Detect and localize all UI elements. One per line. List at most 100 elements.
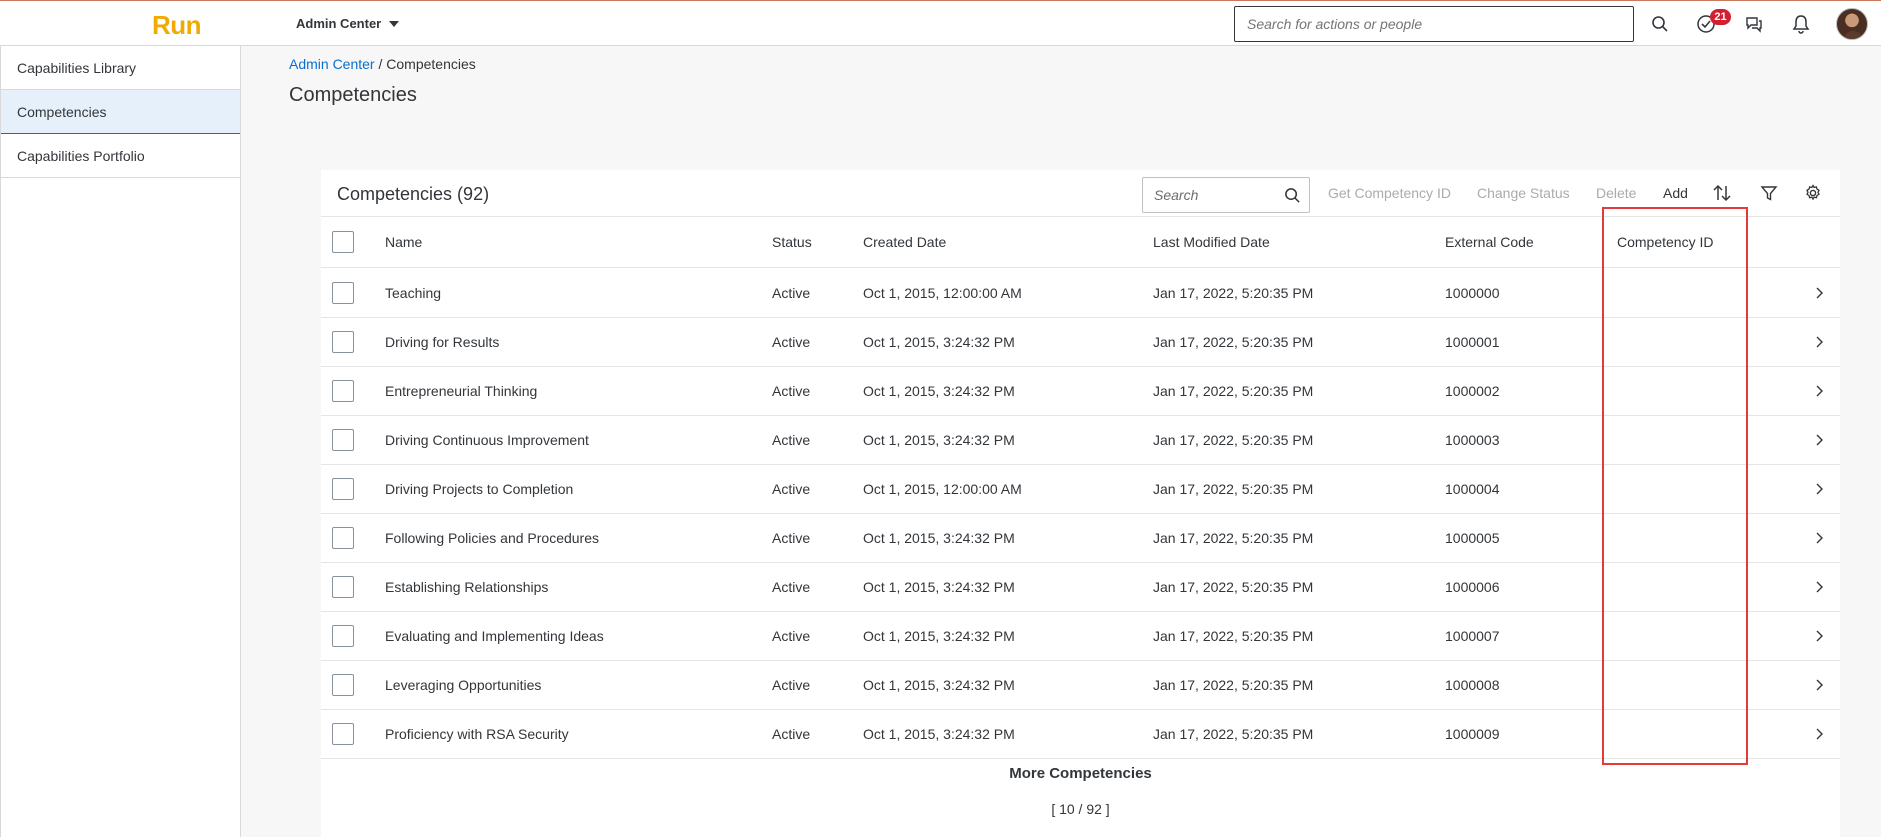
row-select-checkbox[interactable] (332, 380, 354, 402)
row-select-checkbox[interactable] (332, 527, 354, 549)
cell-last-modified-date: Jan 17, 2022, 5:20:35 PM (1153, 432, 1314, 448)
search-icon[interactable] (1284, 187, 1301, 207)
row-select-checkbox[interactable] (332, 723, 354, 745)
change-status-button[interactable]: Change Status (1477, 185, 1570, 201)
caret-down-icon (389, 20, 400, 27)
cell-last-modified-date: Jan 17, 2022, 5:20:35 PM (1153, 726, 1314, 742)
cell-last-modified-date: Jan 17, 2022, 5:20:35 PM (1153, 530, 1314, 546)
search-icon[interactable] (1648, 12, 1672, 36)
row-select-checkbox[interactable] (332, 331, 354, 353)
cell-status: Active (772, 285, 811, 301)
settings-gear-icon[interactable] (1802, 182, 1824, 204)
cell-external-code: 1000004 (1445, 481, 1500, 497)
table-title: Competencies (92) (337, 184, 490, 204)
cell-external-code: 1000007 (1445, 628, 1500, 644)
row-select-checkbox[interactable] (332, 625, 354, 647)
notification-bell-icon[interactable] (1789, 12, 1813, 36)
row-select-checkbox[interactable] (332, 282, 354, 304)
sidebar-item-competencies[interactable]: Competencies (1, 90, 240, 134)
cell-status: Active (772, 432, 811, 448)
chevron-right-icon[interactable] (1814, 563, 1824, 611)
sidebar-item-label: Capabilities Portfolio (17, 147, 145, 164)
table-row[interactable]: Evaluating and Implementing Ideas Active O… (321, 612, 1840, 661)
delete-button[interactable]: Delete (1596, 185, 1636, 201)
column-header-competency-id[interactable]: Competency ID (1617, 217, 1713, 267)
cell-created-date: Oct 1, 2015, 3:24:32 PM (863, 579, 1015, 595)
chevron-right-icon[interactable] (1814, 612, 1824, 660)
column-header-external-code[interactable]: External Code (1445, 217, 1534, 267)
page-title: Competencies (289, 84, 417, 106)
table-row[interactable]: Driving Continuous Improvement Active Oct … (321, 416, 1840, 465)
cell-external-code: 1000001 (1445, 334, 1500, 350)
cell-status: Active (772, 677, 811, 693)
row-select-checkbox[interactable] (332, 478, 354, 500)
chevron-right-icon[interactable] (1814, 514, 1824, 562)
cell-status: Active (772, 383, 811, 399)
table-row[interactable]: Teaching Active Oct 1, 2015, 12:00:00 AM Ja… (321, 269, 1840, 318)
table-search-input[interactable]: Search (1142, 177, 1310, 213)
table-row[interactable]: Establishing Relationships Active Oct 1, 2… (321, 563, 1840, 612)
chevron-right-icon[interactable] (1814, 367, 1824, 415)
row-select-checkbox[interactable] (332, 576, 354, 598)
company-logo[interactable]: Run (152, 10, 202, 41)
cell-created-date: Oct 1, 2015, 3:24:32 PM (863, 628, 1015, 644)
global-search-input[interactable] (1234, 6, 1634, 42)
column-header-name[interactable]: Name (385, 217, 422, 267)
chevron-right-icon[interactable] (1814, 710, 1824, 758)
cell-last-modified-date: Jan 17, 2022, 5:20:35 PM (1153, 334, 1314, 350)
cell-name: Teaching (385, 285, 442, 301)
get-competency-id-button[interactable]: Get Competency ID (1328, 185, 1451, 201)
cell-external-code: 1000000 (1445, 285, 1500, 301)
row-select-checkbox[interactable] (332, 429, 354, 451)
cell-name: Proficiency with RSA Security (385, 726, 569, 742)
cell-last-modified-date: Jan 17, 2022, 5:20:35 PM (1153, 285, 1314, 301)
breadcrumb-current: Competencies (386, 56, 476, 72)
more-competencies-button[interactable]: More Competencies (1009, 765, 1152, 782)
add-button[interactable]: Add (1663, 185, 1688, 201)
sidebar-item-label: Capabilities Library (17, 59, 137, 76)
chevron-right-icon[interactable] (1814, 269, 1824, 317)
chevron-right-icon[interactable] (1814, 318, 1824, 366)
cell-status: Active (772, 334, 811, 350)
cell-name: Evaluating and Implementing Ideas (385, 628, 604, 644)
chevron-right-icon[interactable] (1814, 661, 1824, 709)
table-row[interactable]: Entrepreneurial Thinking Active Oct 1, 201… (321, 367, 1840, 416)
chevron-right-icon[interactable] (1814, 416, 1824, 464)
table-row[interactable]: Following Policies and Procedures Active O… (321, 514, 1840, 563)
cell-created-date: Oct 1, 2015, 3:24:32 PM (863, 432, 1015, 448)
cell-created-date: Oct 1, 2015, 3:24:32 PM (863, 677, 1015, 693)
column-header-created-date[interactable]: Created Date (863, 217, 946, 267)
sort-icon[interactable] (1711, 182, 1733, 204)
cell-last-modified-date: Jan 17, 2022, 5:20:35 PM (1153, 383, 1314, 399)
table-row[interactable]: Proficiency with RSA Security Active Oct 1… (321, 710, 1840, 759)
table-toolbar: Competencies (92) Search Get Competency … (321, 170, 1840, 216)
filter-icon[interactable] (1758, 182, 1780, 204)
cell-external-code: 1000009 (1445, 726, 1500, 742)
todo-count-badge: 21 (1710, 9, 1731, 25)
app-menu-button[interactable]: Admin Center (296, 16, 400, 31)
table-row[interactable]: Driving Projects to Completion Active Oct … (321, 465, 1840, 514)
cell-status: Active (772, 726, 811, 742)
cell-status: Active (772, 530, 811, 546)
select-all-checkbox[interactable] (332, 231, 354, 253)
breadcrumb-link-admin-center[interactable]: Admin Center (289, 56, 375, 72)
chat-icon[interactable] (1742, 12, 1766, 36)
sidebar-item-capabilities-library[interactable]: Capabilities Library (1, 46, 240, 90)
table-row[interactable]: Driving for Results Active Oct 1, 2015, 3:… (321, 318, 1840, 367)
cell-last-modified-date: Jan 17, 2022, 5:20:35 PM (1153, 628, 1314, 644)
breadcrumb-separator: / (374, 56, 387, 72)
cell-created-date: Oct 1, 2015, 3:24:32 PM (863, 334, 1015, 350)
breadcrumb: Admin Center / Competencies (289, 56, 476, 72)
column-header-last-modified-date[interactable]: Last Modified Date (1153, 217, 1270, 267)
chevron-right-icon[interactable] (1814, 465, 1824, 513)
column-header-status[interactable]: Status (772, 217, 812, 267)
shell-bar: Run Admin Center 21 (0, 0, 1881, 46)
cell-created-date: Oct 1, 2015, 3:24:32 PM (863, 726, 1015, 742)
row-select-checkbox[interactable] (332, 674, 354, 696)
sidebar-item-capabilities-portfolio[interactable]: Capabilities Portfolio (1, 134, 240, 178)
cell-external-code: 1000005 (1445, 530, 1500, 546)
table-row[interactable]: Leveraging Opportunities Active Oct 1, 201… (321, 661, 1840, 710)
cell-created-date: Oct 1, 2015, 3:24:32 PM (863, 530, 1015, 546)
side-navigation: Capabilities Library Competencies Capabi… (0, 46, 241, 837)
user-avatar[interactable] (1836, 8, 1868, 40)
